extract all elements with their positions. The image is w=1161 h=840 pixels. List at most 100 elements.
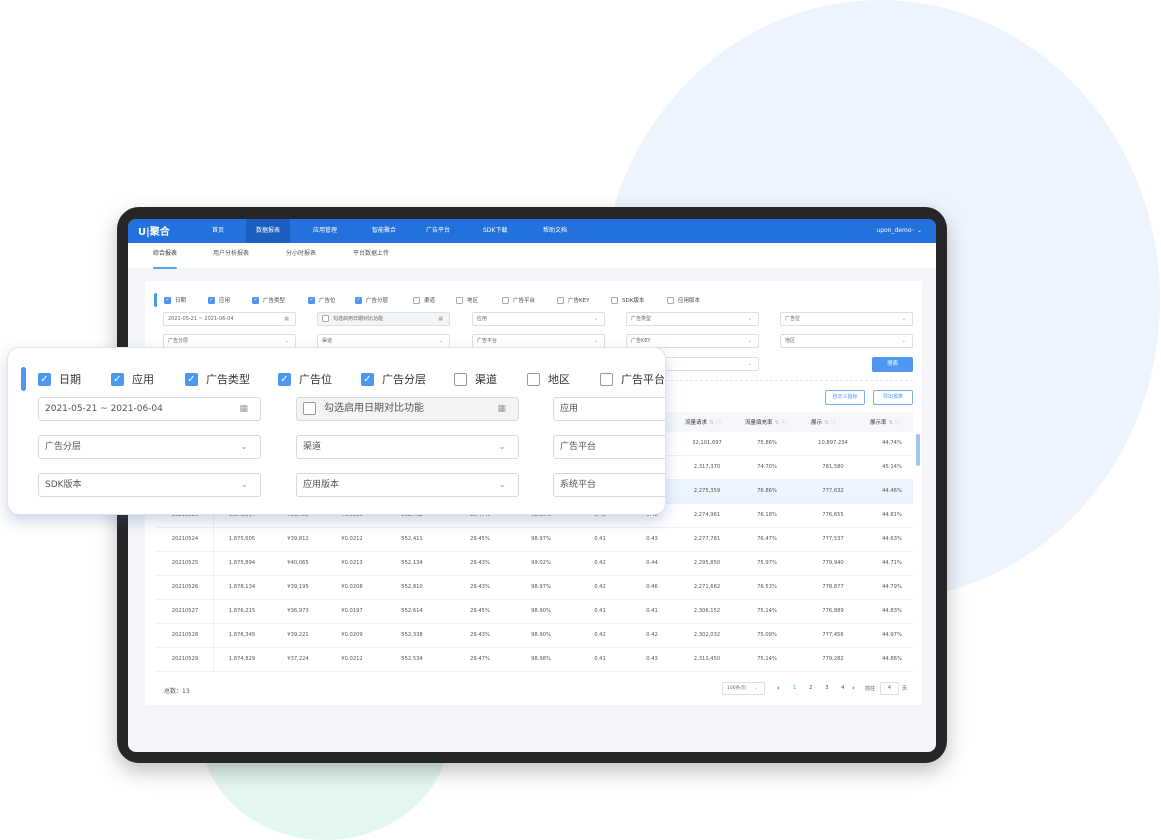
sort-icon[interactable]: ⇅ [709, 420, 714, 426]
select-value: 广告KEY [631, 338, 651, 344]
checkbox-label: SDK版本 [622, 298, 645, 304]
column-header[interactable]: 流量填充率 ⇅ ⓘ [745, 418, 787, 426]
header-label: 展示 [811, 420, 823, 426]
select-value: 广告平台 [560, 442, 597, 452]
filter-checkbox[interactable]: ✓ 广告位 [308, 296, 336, 304]
nav-item[interactable]: 广告平台 [416, 219, 460, 243]
column-header[interactable]: 流量请求 ⇅ ⓘ [685, 418, 721, 426]
table-cell: 777,456 [822, 632, 844, 638]
column-header[interactable]: 展示 ⇅ ⓘ [811, 418, 836, 426]
user-menu[interactable]: upon_demo• ⌄ [876, 219, 922, 243]
table-cell: 552,534 [401, 656, 423, 662]
filter-select[interactable]: 渠道 ⌄ [317, 334, 450, 348]
page-number[interactable]: 4 [841, 685, 845, 691]
filter-checkbox[interactable]: ✓ 广告分层 [355, 296, 388, 304]
table-cell: 779,940 [822, 560, 844, 566]
export-button[interactable]: 导出报表 [873, 390, 913, 405]
tab[interactable]: 用户分析报表 [213, 243, 249, 265]
prev-page-icon[interactable]: ‹ [777, 684, 780, 692]
checkbox-icon: ✓ [111, 372, 124, 386]
filter-select[interactable]: 应用 ⌄ [472, 312, 605, 326]
tab[interactable]: 分小时报表 [286, 243, 316, 265]
date-compare-toggle[interactable]: 勾选启用日期对比功能 ▦ [317, 312, 450, 326]
sort-icon[interactable]: ⇅ [824, 420, 829, 426]
column-header[interactable]: 展示率 ⇅ ⓘ [870, 418, 901, 426]
row-divider [156, 647, 913, 648]
table-cell: 777,537 [822, 536, 844, 542]
custom-metrics-button[interactable]: 自定义指标 [825, 390, 865, 405]
filter-checkbox[interactable]: 广告平台 [600, 371, 665, 387]
sort-icon[interactable]: ⇅ [775, 420, 780, 426]
filter-select[interactable]: 渠道 ⌄ [296, 435, 519, 459]
goto-page-input[interactable]: 4 [880, 682, 899, 695]
filter-select[interactable]: 系统平台 [553, 473, 665, 497]
checkbox-label: 广告平台 [513, 298, 536, 304]
filter-select[interactable]: SDK版本 ⌄ [38, 473, 261, 497]
search-button[interactable]: 搜索 [872, 357, 913, 372]
sort-icon[interactable]: ⇅ [889, 420, 894, 426]
page-number[interactable]: 3 [825, 685, 829, 691]
compare-checkbox[interactable] [303, 402, 316, 415]
filter-checkbox[interactable]: ✓ 应用 [208, 296, 230, 304]
date-range-picker[interactable]: 2021-05-21 ~ 2021-06-04 ▦ [38, 397, 261, 421]
table-cell: ¥36,973 [287, 608, 309, 614]
filter-select[interactable]: 广告分层 ⌄ [163, 334, 296, 348]
filter-checkbox[interactable]: 地区 [456, 296, 478, 304]
table-cell: 98.97% [531, 584, 551, 590]
nav-item[interactable]: SDK下载 [473, 219, 517, 243]
checkbox-label: 应用版本 [678, 298, 701, 304]
filter-checkbox[interactable]: ✓ 广告位 [278, 371, 332, 387]
nav-item[interactable]: 智能聚合 [362, 219, 406, 243]
table-cell: 0.42 [594, 560, 606, 566]
chevron-down-icon: ⌄ [438, 338, 443, 344]
filter-checkbox[interactable]: 渠道 [413, 296, 435, 304]
filter-checkbox[interactable]: ✓ 广告分层 [361, 371, 426, 387]
table-cell: 552,810 [401, 584, 423, 590]
filter-checkbox[interactable]: 广告KEY [557, 296, 589, 304]
table-cell: 44.79% [882, 584, 902, 590]
nav-item[interactable]: 数据报表 [246, 219, 291, 243]
nav-item[interactable]: 首页 [202, 219, 234, 243]
select-value: SDK版本 [45, 480, 82, 490]
table-cell: 44.71% [882, 560, 902, 566]
tab[interactable]: 平台数据上传 [353, 243, 389, 265]
nav-item[interactable]: 应用管理 [303, 219, 347, 243]
filter-select[interactable]: 广告位 ⌄ [780, 312, 913, 326]
filter-checkbox[interactable]: ✓ 日期 [38, 371, 81, 387]
filter-checkbox[interactable]: 广告平台 [502, 296, 535, 304]
filter-checkbox[interactable]: 应用版本 [667, 296, 700, 304]
app-select[interactable]: 应用 [553, 397, 665, 421]
page-number[interactable]: 2 [809, 685, 813, 691]
filter-select[interactable]: 地区 ⌄ [780, 334, 913, 348]
date-range-picker[interactable]: 2021-05-21 ~ 2021-06-04 ▦ [163, 312, 296, 326]
scrollbar[interactable] [916, 434, 920, 466]
page-number[interactable]: 1 [793, 685, 797, 691]
table-cell: 0.46 [646, 584, 658, 590]
page-size-select[interactable]: 100条/页 ⌄ [722, 682, 765, 695]
date-compare-toggle[interactable]: 勾选启用日期对比功能 ▦ [296, 397, 519, 421]
filter-checkbox[interactable]: ✓ 广告类型 [252, 296, 285, 304]
next-page-icon[interactable]: › [852, 684, 855, 692]
filter-checkbox[interactable]: 渠道 [454, 371, 497, 387]
tab[interactable]: 综合报表 [153, 243, 178, 269]
filter-select[interactable]: 广告分层 ⌄ [38, 435, 261, 459]
filter-checkbox[interactable]: ✓ 应用 [111, 371, 154, 387]
filter-select[interactable]: 应用版本 ⌄ [296, 473, 519, 497]
compare-checkbox[interactable] [322, 315, 329, 322]
table-cell: 20210527 [171, 608, 199, 614]
nav-item[interactable]: 帮助文档 [533, 219, 577, 243]
select-value: 广告分层 [45, 442, 82, 452]
filter-select[interactable]: 广告类型 ⌄ [626, 312, 759, 326]
table-cell: 98.90% [531, 632, 551, 638]
filter-checkbox[interactable]: 地区 [527, 371, 570, 387]
filter-checkbox[interactable]: SDK版本 [611, 296, 644, 304]
table-cell: 75.14% [757, 608, 777, 614]
filter-select[interactable]: 广告平台 ⌄ [472, 334, 605, 348]
filter-select[interactable]: 广告平台 [553, 435, 665, 459]
table-cell: 2,311,450 [693, 656, 721, 662]
filter-checkbox[interactable]: ✓ 日期 [164, 296, 186, 304]
table-cell: ¥0.0209 [341, 632, 363, 638]
filter-select[interactable]: 广告KEY ⌄ [626, 334, 759, 348]
filter-checkbox[interactable]: ✓ 广告类型 [185, 371, 250, 387]
table-cell: 76.86% [757, 488, 777, 494]
